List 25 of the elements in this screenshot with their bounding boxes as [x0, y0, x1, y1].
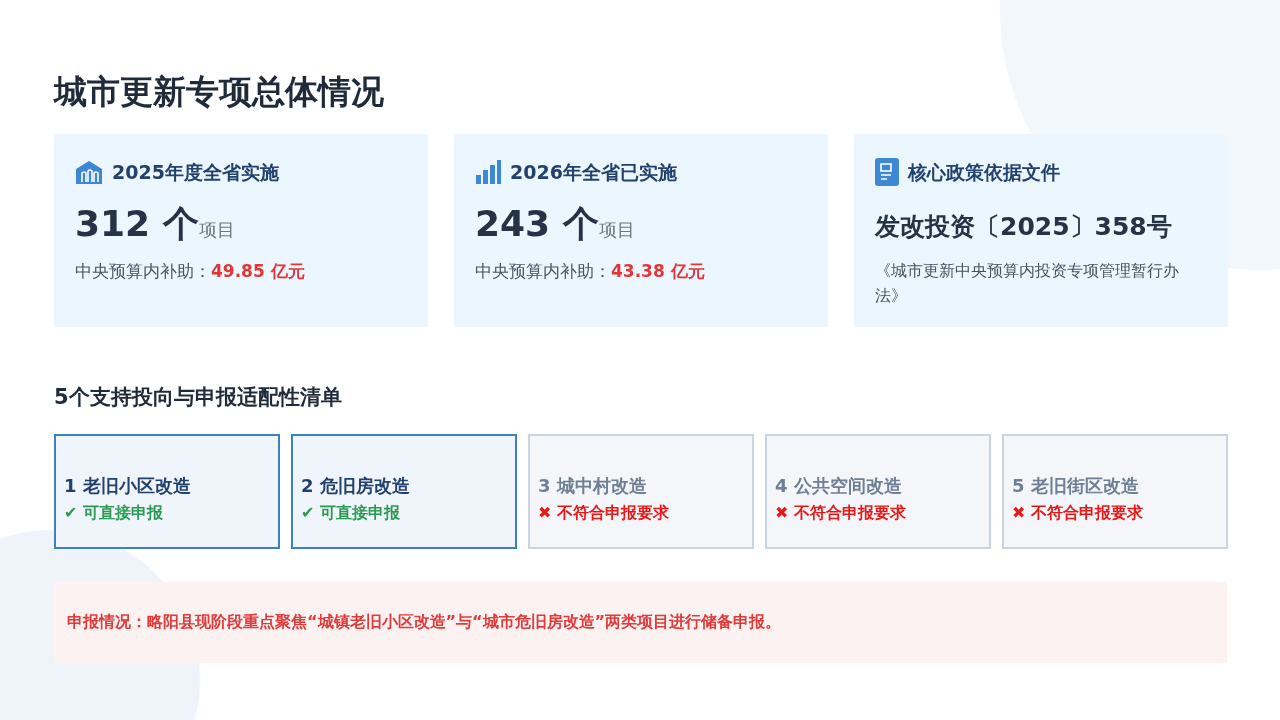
card-heading: 2026年全省已实施 — [510, 159, 677, 185]
direction-label: 5 老旧街区改造 — [1012, 473, 1140, 498]
eligibility-status: ✔ 可直接申报 — [301, 501, 401, 524]
eligibility-status: ✖ 不符合申报要求 — [538, 501, 670, 524]
document-number: 发改投资〔2025〕358号 — [875, 211, 1173, 244]
eligibility-status: ✖ 不符合申报要求 — [1012, 501, 1144, 524]
stat-number: 243 个项目 — [475, 202, 636, 246]
eligibility-status: ✖ 不符合申报要求 — [775, 501, 907, 524]
direction-label: 3 城中村改造 — [538, 473, 648, 498]
direction-label: 1 老旧小区改造 — [64, 473, 192, 498]
eligibility-status: ✔ 可直接申报 — [64, 501, 164, 524]
direction-label: 4 公共空间改造 — [775, 473, 903, 498]
card-heading: 核心政策依据文件 — [908, 159, 1060, 185]
notice-banner: 申报情况：略阳县现阶段重点聚焦“城镇老旧小区改造”与“城市危旧房改造”两类项目进行储备申报。 — [54, 581, 1227, 663]
section-title: 5个支持投向与申报适配性清单 — [54, 384, 343, 410]
document-title: 《城市更新中央预算内投资专项管理暂行办法》 — [875, 259, 1180, 308]
subsidy-text: 中央预算内补助：43.38 亿元 — [475, 260, 706, 284]
stat-number: 312 个项目 — [75, 202, 236, 246]
direction-label: 2 危旧房改造 — [301, 473, 411, 498]
card-heading: 2025年度全省实施 — [112, 159, 279, 185]
document-icon — [875, 157, 899, 186]
page-title: 城市更新专项总体情况 — [54, 72, 385, 112]
building-icon — [75, 159, 103, 184]
subsidy-text: 中央预算内补助：49.85 亿元 — [75, 260, 306, 284]
bar-chart-icon — [475, 159, 501, 184]
